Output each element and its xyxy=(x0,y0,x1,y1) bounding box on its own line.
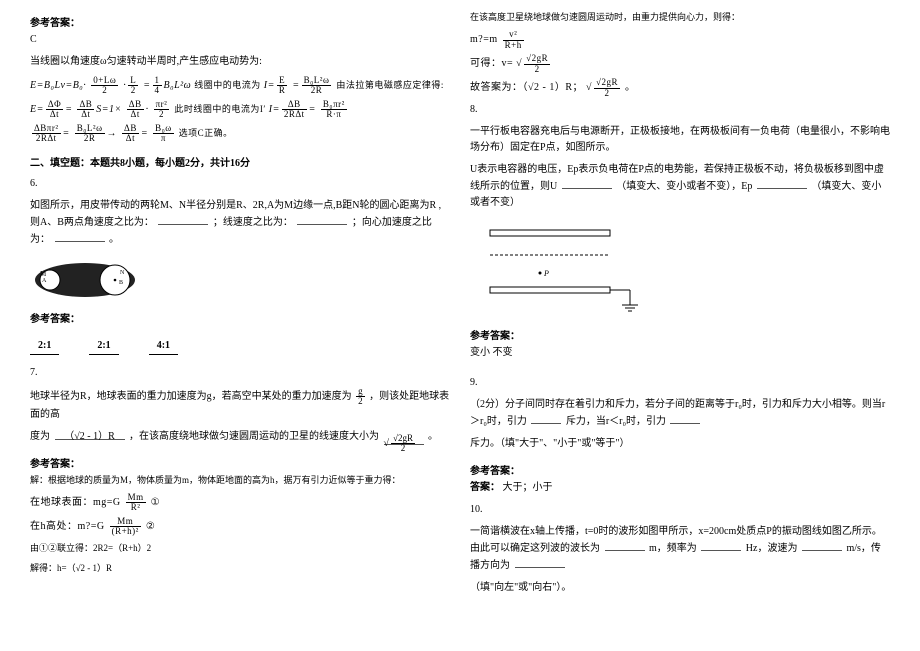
q7-body-2: 度为 （√2 - 1）R ，在该高度绕地球做匀速圆周运动的卫星的线速度大小为 √… xyxy=(30,429,450,445)
q8-body-a: 一平行板电容器充电后与电源断开，正极板接地，在两极板间有一负电荷（电量很小，不影… xyxy=(470,124,890,156)
q10-blank-4[interactable] xyxy=(515,557,565,568)
q8-blank-2[interactable] xyxy=(757,178,807,189)
ref-answer-label-8: 参考答案： xyxy=(470,329,890,345)
q7r-eq-1: m?=m v²R+h xyxy=(470,30,890,50)
svg-text:N: N xyxy=(120,270,125,276)
q10-blank-3[interactable] xyxy=(802,540,842,551)
q10-num: 10. xyxy=(470,502,890,518)
section2-title: 二、填空题：本题共8小题，每小题2分，共计16分 xyxy=(30,156,450,172)
q8-ans: 变小 不变 xyxy=(470,345,890,361)
q7-blank-2[interactable]: √√2gR2 xyxy=(384,434,424,445)
q9-body-b: 斥力。（填"大于"、"小于"或"等于"） xyxy=(470,436,890,452)
q6-num: 6. xyxy=(30,176,450,192)
belt-diagram: M N A B xyxy=(30,260,140,300)
q9-ans: 答案： 大于；小于 xyxy=(470,480,890,496)
q7-sol-1: 解：根据地球的质量为M，物体质量为m，物体距地面的高为h，据万有引力近似等于重力… xyxy=(30,473,450,487)
right-column: 在该高度卫星绕地球做匀速圆周运动时，由重力提供向心力，则得： m?=m v²R+… xyxy=(470,10,890,641)
q10-blank-2[interactable] xyxy=(701,540,741,551)
ref-answer-label-5: 参考答案： xyxy=(30,16,450,32)
q5-eq-1: E=B₀Lv=B₀· 0+Lω2 ·L2 =14B₀L²ω 线圈中的电流为 I=… xyxy=(30,76,450,96)
q7-sol-4: 由①②联立得：2R2=（R+h）2 xyxy=(30,541,450,555)
q5-eq-3: ΔBπr²2RΔt= B₀L²ω2R→ ΔBΔt= B₀ωπ 选项C正确。 xyxy=(30,124,450,144)
left-column: 参考答案： C 当线圈以角速度ω匀速转动半周时,产生感应电动势为: E=B₀Lv… xyxy=(30,10,450,641)
q6-ans-2: 2:1 xyxy=(89,338,118,355)
capacitor-diagram: P xyxy=(470,225,650,315)
q9-blank-2[interactable] xyxy=(670,413,700,424)
svg-text:A: A xyxy=(42,278,47,284)
q7-sol-5: 解得：h=（√2 - 1）R xyxy=(30,561,450,575)
q8-num: 8. xyxy=(470,102,890,118)
q5-eq-2: E=ΔΦΔt= ΔBΔtS=1× ΔBΔt· πr²2 此时线圈中的电流为I′ … xyxy=(30,100,450,120)
q10-body-a: 一简谐横波在x轴上传播，t=0时的波形如图甲所示，x=200cm处质点P的振动图… xyxy=(470,524,890,574)
q10-blank-1[interactable] xyxy=(605,540,645,551)
q7-sol-3: 在h高处：m?=G Mm(R+h)² ② xyxy=(30,517,450,537)
q6-ans-1: 2:1 xyxy=(30,338,59,355)
svg-text:M: M xyxy=(40,270,47,278)
svg-text:B: B xyxy=(119,280,123,286)
q7-num: 7. xyxy=(30,365,450,381)
ref-answer-label-6: 参考答案： xyxy=(30,312,450,328)
q6-blank-2[interactable] xyxy=(297,214,347,225)
q7r-final: 故答案为：（√2 - 1）R； √√2gR2 。 xyxy=(470,78,890,98)
q9-blank-1[interactable] xyxy=(531,413,561,424)
ref-answer-label-7: 参考答案： xyxy=(30,457,450,473)
q7-blank-1[interactable]: （√2 - 1）R xyxy=(55,429,125,440)
q8-blank-1[interactable] xyxy=(562,178,612,189)
q5-body: 当线圈以角速度ω匀速转动半周时,产生感应电动势为: xyxy=(30,54,450,70)
q6-blank-1[interactable] xyxy=(158,214,208,225)
q9-num: 9. xyxy=(470,375,890,391)
q7-body: 地球半径为R，地球表面的重力加速度为g，若高空中某处的重力加速度为 g2 ，则该… xyxy=(30,387,450,423)
q9-body-a: （2分）分子间同时存在着引力和斥力，若分子间的距离等于r₀时，引力和斥力大小相等… xyxy=(470,397,890,430)
q7r-eq-2: 可得：v= √√2gR2 xyxy=(470,54,890,74)
q6-answers: 2:1 2:1 4:1 xyxy=(30,338,450,355)
q6-body: 如图所示，用皮带传动的两轮M、N半径分别是R、2R,A为M边缘一点,B距N轮的圆… xyxy=(30,198,450,248)
q6-ans-3: 4:1 xyxy=(149,338,178,355)
svg-text:P: P xyxy=(543,269,549,278)
q8-body-b: U表示电容器的电压，Ep表示负电荷在P点的电势能，若保持正极板不动，将负极板移到… xyxy=(470,162,890,211)
q7-sol-2: 在地球表面：mg=G MmR² ① xyxy=(30,493,450,513)
q5-answer: C xyxy=(30,32,450,48)
q7r-l1: 在该高度卫星绕地球做匀速圆周运动时，由重力提供向心力，则得： xyxy=(470,10,890,24)
q6-blank-3[interactable] xyxy=(55,231,105,242)
q10-body-b: （填"向左"或"向右"）。 xyxy=(470,580,890,596)
ref-answer-label-9: 参考答案： xyxy=(470,464,890,480)
